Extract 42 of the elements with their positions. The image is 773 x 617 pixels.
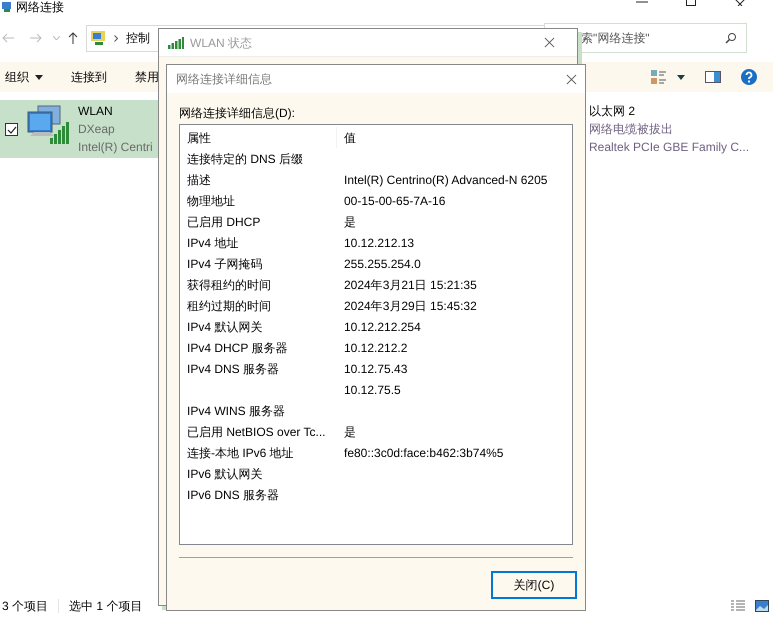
connection-name: 以太网 2 <box>589 103 636 120</box>
value-cell: 10.12.75.43 <box>344 362 408 376</box>
property-cell: IPv6 默认网关 <box>187 466 262 480</box>
connection-status: 网络电缆被拔出 <box>589 121 674 138</box>
value-cell: 是 <box>344 214 356 228</box>
value-cell: fe80::3c0d:face:b462:3b74%5 <box>344 446 504 460</box>
value-cell: 是 <box>344 424 356 438</box>
value-cell: 00-15-00-65-7A-16 <box>344 194 446 208</box>
dialog-title: 网络连接详细信息 <box>176 71 272 88</box>
selection-count: 选中 1 个项目 <box>69 598 142 615</box>
property-cell: 已启用 NetBIOS over Tc... <box>187 424 326 438</box>
value-cell: 10.12.212.2 <box>344 340 408 354</box>
value-cell: 10.12.212.13 <box>344 236 414 250</box>
property-cell: 物理地址 <box>187 194 235 208</box>
property-cell: IPv4 默认网关 <box>187 320 262 334</box>
property-cell: 连接特定的 DNS 后缀 <box>187 152 304 166</box>
property-cell: 获得租约的时间 <box>187 278 271 292</box>
list-label: 网络连接详细信息(D): <box>179 105 296 121</box>
property-cell: 描述 <box>187 172 211 186</box>
window-title: 网络连接 <box>16 0 64 14</box>
address-path: 控制 <box>126 30 150 47</box>
dialog-title: WLAN 状态 <box>190 34 252 52</box>
value-cell: 10.12.75.5 <box>344 382 401 396</box>
device-name: Intel(R) Centri <box>78 139 153 156</box>
value-cell: Intel(R) Centrino(R) Advanced-N 6205 <box>344 172 548 186</box>
value-cell: 2024年3月29日 15:45:32 <box>344 298 477 312</box>
property-cell: IPv4 DHCP 服务器 <box>187 340 288 354</box>
value-cell: 2024年3月21日 15:21:35 <box>344 278 477 292</box>
property-cell: IPv6 DNS 服务器 <box>187 488 280 502</box>
value-cell: 10.12.212.254 <box>344 320 421 334</box>
connection-status: DXeap <box>78 121 116 138</box>
device-name: Realtek PCIe GBE Family C... <box>589 139 750 156</box>
property-cell: 连接-本地 IPv6 地址 <box>187 446 294 460</box>
value-cell: 255.255.254.0 <box>344 256 421 270</box>
property-cell: IPv4 DNS 服务器 <box>187 362 280 376</box>
item-count: 3 个项目 <box>2 598 48 615</box>
property-cell: 已启用 DHCP <box>187 214 260 228</box>
property-cell: IPv4 子网掩码 <box>187 256 262 270</box>
property-cell: 租约过期的时间 <box>187 298 271 312</box>
property-cell: IPv4 地址 <box>187 236 238 250</box>
property-cell: IPv4 WINS 服务器 <box>187 404 286 418</box>
connection-name: WLAN <box>78 103 114 120</box>
